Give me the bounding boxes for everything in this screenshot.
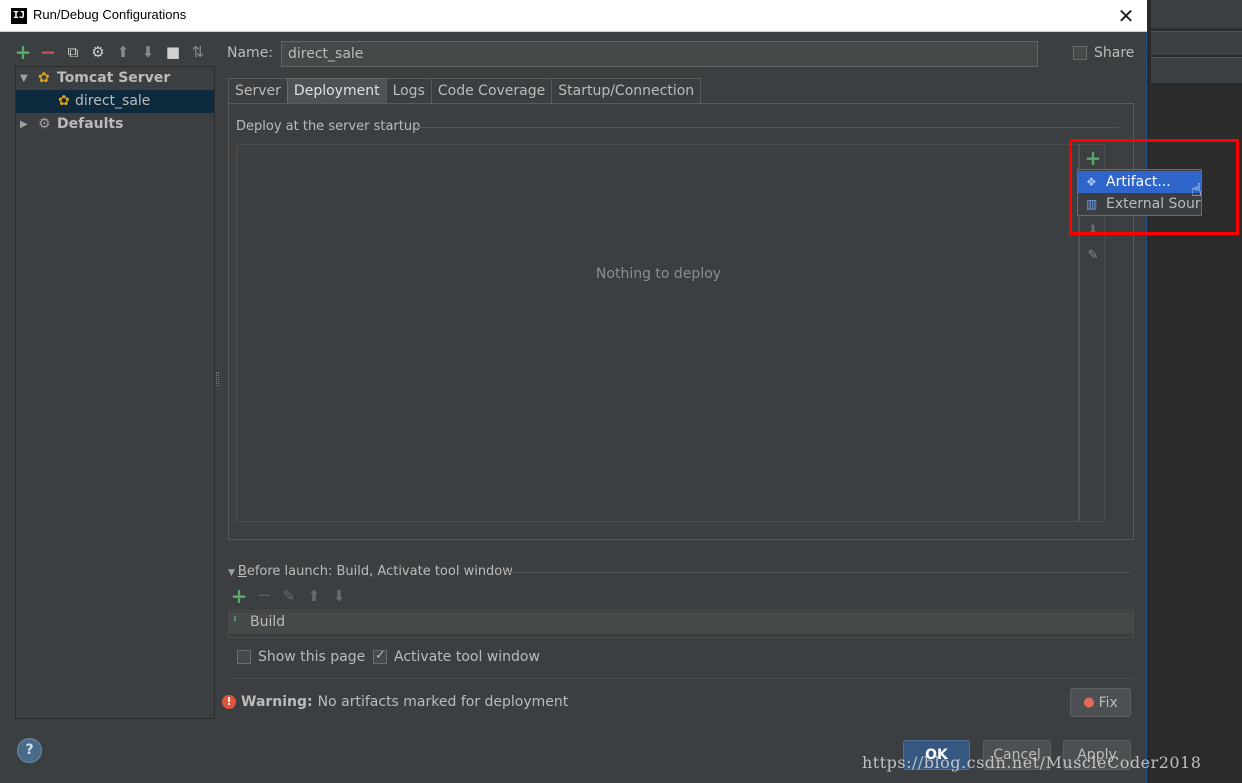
background-ide-window [1147,0,1242,783]
watermark-text: https://blog.csdn.net/MuscleCoder2018 [862,753,1202,772]
before-launch-label: efore launch: Build, Activate tool windo… [246,564,513,579]
warning-prefix: Warning: [241,694,313,710]
background-tabbar-2 [1147,57,1242,83]
move-down-icon[interactable]: ⬇ [330,587,348,605]
tree-item-defaults[interactable]: ▶ ⚙ Defaults [16,113,214,136]
background-toolbar [1147,0,1242,28]
tomcat-icon: ✿ [38,70,50,86]
wrench-icon[interactable]: ⚙ [89,43,107,61]
before-launch-list: ⬇ Build [228,610,1134,638]
splitter-handle[interactable] [216,372,219,386]
build-icon: ⬇ [232,614,239,625]
warning-message: ! Warning: No artifacts marked for deplo… [222,694,568,710]
tab-code-coverage[interactable]: Code Coverage [430,78,553,103]
tree-item-label: direct_sale [75,93,151,109]
warning-text: No artifacts marked for deployment [317,694,569,710]
tree-item-direct-sale[interactable]: ✿ direct_sale [16,90,214,113]
expand-arrow-icon[interactable]: ▼ [20,67,28,90]
tab-deployment[interactable]: Deployment [286,78,387,103]
section-divider [505,572,1130,573]
empty-state-text: Nothing to deploy [595,266,722,282]
intellij-app-icon: IJ [11,8,27,24]
configurations-tree: ▼ ✿ Tomcat Server ✿ direct_sale ▶ ⚙ Defa… [15,66,215,719]
background-edge [1147,0,1151,783]
tree-item-label: Tomcat Server [57,70,171,86]
move-up-icon[interactable]: ⬆ [305,587,323,605]
configurations-toolbar: + − ⧉ ⚙ ⬆ ⬇ ■ ⇅ [14,40,207,64]
sort-icon[interactable]: ⇅ [189,43,207,61]
folder-icon[interactable]: ■ [164,43,182,61]
mnemonic-letter: B [237,564,247,579]
close-icon[interactable]: ✕ [1113,3,1139,29]
lightbulb-icon: ● [1083,695,1095,710]
add-icon[interactable]: + [14,42,32,62]
show-page-option[interactable]: Show this page [237,649,365,665]
activate-tool-window-option[interactable]: Activate tool window [373,648,540,665]
copy-icon[interactable]: ⧉ [64,43,82,61]
wrench-icon: ⚙ [38,116,51,132]
deploy-section-title: Deploy at the server startup [236,119,421,134]
tab-startup-connection[interactable]: Startup/Connection [551,78,702,103]
collapse-triangle-icon[interactable]: ▼ [228,568,235,578]
section-divider [416,127,1119,128]
help-button[interactable]: ? [17,738,42,763]
tab-server[interactable]: Server [228,78,288,103]
move-down-icon[interactable]: ⬇ [139,43,157,61]
warning-icon: ! [222,695,236,709]
list-item[interactable]: ⬇ Build [229,612,1133,634]
pencil-icon[interactable]: ✎ [280,587,298,605]
annotation-highlight-box [1069,139,1239,235]
tree-item-label: Defaults [57,116,124,132]
add-icon[interactable]: + [230,586,248,606]
name-label: Name: [227,45,274,61]
window-title: Run/Debug Configurations [33,7,187,22]
tomcat-icon: ✿ [58,93,70,109]
task-label: Build [250,614,286,630]
show-page-checkbox[interactable] [237,650,251,664]
activate-tool-window-label: Activate tool window [394,649,540,665]
share-checkbox-row[interactable]: Share [1073,45,1134,61]
tree-item-tomcat-server[interactable]: ▼ ✿ Tomcat Server [16,67,214,90]
share-checkbox[interactable] [1073,46,1087,60]
remove-icon[interactable]: − [255,587,273,605]
before-launch-title[interactable]: ▼ Before launch: Build, Activate tool win… [228,564,513,579]
activate-tool-window-checkbox[interactable] [373,648,387,664]
divider [228,678,1134,679]
background-tabbar [1147,31,1242,55]
tab-logs[interactable]: Logs [385,78,432,103]
move-up-icon[interactable]: ⬆ [114,43,132,61]
fix-button[interactable]: ● Fix [1070,688,1131,717]
remove-icon[interactable]: − [39,42,57,62]
pencil-icon[interactable]: ✎ [1083,248,1103,263]
title-bar: IJ Run/Debug Configurations ✕ [0,0,1147,32]
fix-label: Fix [1098,694,1118,711]
share-label: Share [1094,45,1135,61]
deployment-list[interactable]: Nothing to deploy [236,144,1079,522]
before-launch-toolbar: + − ✎ ⬆ ⬇ [230,586,348,606]
name-input[interactable] [281,41,1038,67]
config-tabs: Server Deployment Logs Code Coverage Sta… [228,78,702,103]
collapse-arrow-icon[interactable]: ▶ [20,113,28,136]
run-debug-dialog: IJ Run/Debug Configurations ✕ + − ⧉ ⚙ ⬆ … [0,0,1202,783]
show-page-label: Show this page [258,649,366,665]
